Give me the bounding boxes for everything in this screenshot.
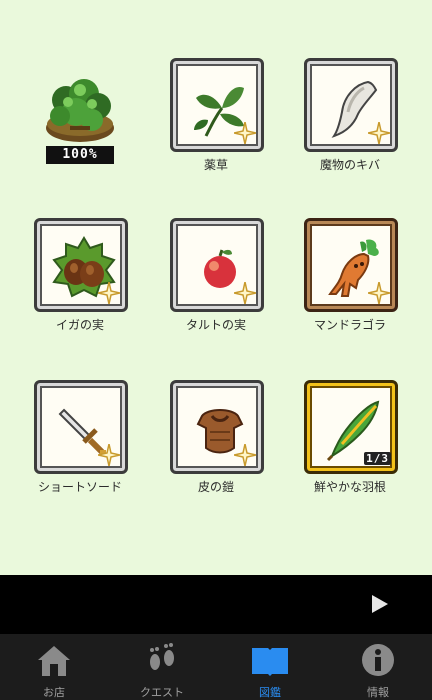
item-label: ショートソード [37, 480, 122, 494]
tab-label: 図鑑 [259, 686, 281, 699]
tab-info[interactable]: 情報 [324, 634, 432, 700]
item-frame [170, 380, 264, 474]
featured-monster[interactable]: 100% [30, 58, 130, 168]
app-root: 100% 薬草 魔物のキバ イガの実 タルトの実 マンドラゴラ ショートソード … [0, 0, 432, 700]
item-frame [304, 218, 398, 312]
sparkle-icon [234, 444, 256, 466]
item-frame: 1/3 [304, 380, 398, 474]
item-frame [34, 218, 128, 312]
completion-percentage: 100% [46, 146, 114, 164]
item-frame [170, 58, 264, 152]
item-label: 薬草 [203, 158, 228, 172]
collection-item-short-sword[interactable]: ショートソード [30, 380, 130, 500]
item-label: イガの実 [55, 318, 104, 332]
collection-item-feather[interactable]: 1/3 鮮やかな羽根 [300, 380, 400, 500]
tab-label: 情報 [367, 686, 389, 699]
open-book-icon [252, 648, 288, 676]
sparkle-icon [234, 282, 256, 304]
collection-count-badge: 1/3 [364, 452, 391, 465]
house-icon [38, 646, 70, 676]
item-frame [304, 58, 398, 152]
item-label: 魔物のキバ [319, 158, 380, 172]
collection-item-fang[interactable]: 魔物のキバ [300, 58, 400, 178]
sparkle-icon [98, 282, 120, 304]
collection-item-leather-armor[interactable]: 皮の鎧 [166, 380, 266, 500]
item-label: タルトの実 [185, 318, 246, 332]
sparkle-icon [368, 122, 390, 144]
item-label: マンドラゴラ [313, 318, 386, 332]
info-icon [362, 644, 394, 676]
tab-encyclopedia[interactable]: 図鑑 [216, 634, 324, 700]
sparkle-icon [368, 282, 390, 304]
sparkle-icon [234, 122, 256, 144]
item-label: 皮の鎧 [197, 480, 234, 494]
tab-shop[interactable]: お店 [0, 634, 108, 700]
collection-item-mandrake[interactable]: マンドラゴラ [300, 218, 400, 338]
tab-label: クエスト [140, 686, 184, 699]
forest-bush-monster-icon [46, 79, 114, 142]
bottom-tab-bar: お店 クエスト 図鑑 情報 [0, 634, 432, 700]
collection-grid: 100% 薬草 魔物のキバ イガの実 タルトの実 マンドラゴラ ショートソード … [0, 0, 432, 575]
collection-item-red-fruit[interactable]: タルトの実 [166, 218, 266, 338]
item-label: 鮮やかな羽根 [313, 480, 386, 494]
footprints-icon [150, 643, 174, 670]
tab-quest[interactable]: クエスト [108, 634, 216, 700]
item-frame [34, 380, 128, 474]
collection-item-herb[interactable]: 薬草 [166, 58, 266, 178]
item-frame [170, 218, 264, 312]
tab-label: お店 [43, 686, 65, 699]
sparkle-icon [98, 444, 120, 466]
play-triangle-icon[interactable] [372, 595, 388, 613]
collection-item-chestnut[interactable]: イガの実 [30, 218, 130, 338]
action-bar [0, 575, 432, 634]
